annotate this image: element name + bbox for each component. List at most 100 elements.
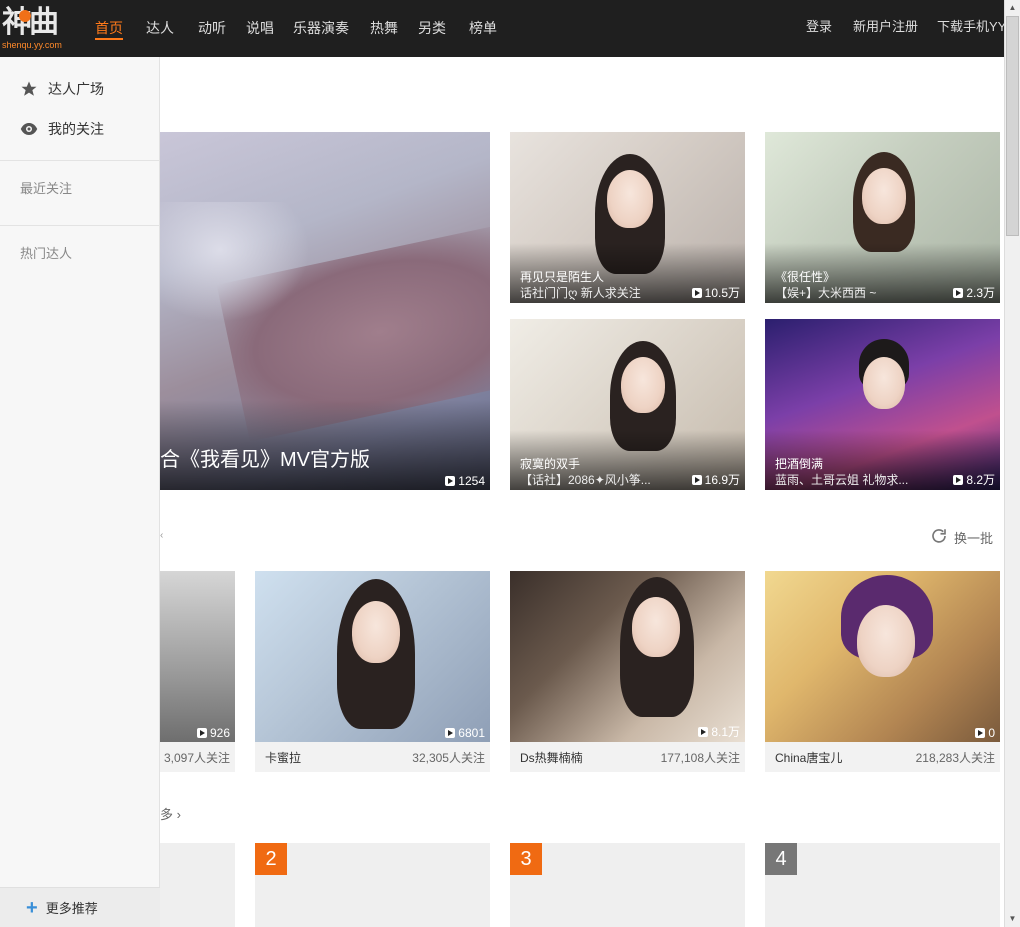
rank-card-1-placeholder[interactable] [160,843,235,927]
scroll-down-icon[interactable]: ▼ [1005,911,1020,926]
star-fans: 3,097人关注 [163,750,230,765]
scene-face [621,357,665,413]
video-uploader: 【话社】2086✦风小筝... [520,473,651,487]
star-icon [20,80,38,98]
featured-video-4[interactable]: 把酒倒满 蓝雨、土哥云姐 礼物求... 8.2万 [765,319,1000,490]
star-name: China唐宝儿 [775,750,843,765]
play-count-value: 16.9万 [704,473,740,487]
sidebar-item-talent-square[interactable]: 达人广场 [20,79,104,99]
more-link[interactable]: 多 › [160,804,181,823]
play-count: 0 [975,726,995,740]
star-card-0-info[interactable]: 3,097人关注 [160,742,235,772]
refresh-batch-button[interactable]: 换一批 [930,527,993,548]
sidebar-item-label: 达人广场 [48,81,104,97]
play-icon [953,287,964,298]
featured-video-1[interactable]: 再见只是陌生人 话社门门ღ 新人求关注 10.5万 [510,132,745,303]
star-fans: 177,108人关注 [660,750,740,765]
star-card-1-image[interactable]: 6801 [255,571,490,742]
recent-follows-heading: 最近关注 [20,181,73,196]
video-title: 再见只是陌生人 [520,270,605,284]
star-fans: 218,283人关注 [915,750,995,765]
play-icon [975,728,986,738]
nav-instrument[interactable]: 乐器演奏 [293,18,349,38]
play-count-value: 926 [209,726,230,740]
play-count: 16.9万 [691,471,740,488]
download-app-link[interactable]: 下载手机YY [937,17,1006,37]
scene-face [352,601,400,663]
nav-home[interactable]: 首页 [95,18,123,40]
sidebar-item-my-follows[interactable]: 我的关注 [20,119,104,139]
hot-talent-heading[interactable]: 热门达人 [20,243,72,262]
refresh-label: 换一批 [954,531,994,546]
star-card-2-image[interactable]: 8.1万 [510,571,745,742]
featured-video-3[interactable]: 寂寞的双手 【话社】2086✦风小筝... 16.9万 [510,319,745,490]
play-icon [953,474,964,485]
play-count-value: 1254 [458,474,485,488]
play-count-value: 2.3万 [966,286,995,300]
eye-icon [20,120,38,138]
register-link[interactable]: 新用户注册 [853,17,918,37]
featured-video-big[interactable]: 合《我看见》MV官方版 1254 [160,132,490,490]
play-icon [196,728,207,738]
rank-card-2-placeholder[interactable]: 2 [255,843,490,927]
play-count-value: 8.1万 [711,725,740,739]
scene-people [160,202,310,322]
star-card-2-info[interactable]: Ds热舞楠楠 177,108人关注 [510,742,745,772]
play-count-value: 6801 [458,726,485,740]
star-card-1-info[interactable]: 卡蜜拉 32,305人关注 [255,742,490,772]
nav-melodic[interactable]: 动听 [198,18,226,38]
scene-face [632,597,680,657]
plus-icon: + [26,896,38,919]
featured-title: 合《我看见》MV官方版 [160,449,370,471]
star-card-3-image[interactable]: 0 [765,571,1000,742]
play-icon [691,287,702,298]
play-count: 10.5万 [691,284,740,301]
scene-face [863,357,905,409]
vertical-scrollbar[interactable]: ▲ ▼ [1004,0,1020,927]
sidebar-divider [0,160,160,161]
star-card-3-info[interactable]: China唐宝儿 218,283人关注 [765,742,1000,772]
play-count-value: 10.5万 [704,286,740,300]
section-arrow-icon: ‹ [160,530,164,541]
scene-face [862,168,906,224]
video-title: 把酒倒满 [775,457,824,471]
play-icon [698,726,709,737]
rank-card-4-placeholder[interactable]: 4 [765,843,1000,927]
rank-card-3-placeholder[interactable]: 3 [510,843,745,927]
play-count: 1254 [445,474,485,488]
rank-badge: 3 [510,843,542,875]
scroll-thumb[interactable] [1006,16,1019,236]
star-name: Ds热舞楠楠 [520,750,583,765]
scene-face [607,170,653,228]
site-logo[interactable]: 神曲 shenqu.yy.com [2,6,68,52]
star-card-0-image[interactable]: 926 [160,571,235,742]
nav-charts[interactable]: 榜单 [469,18,497,38]
video-uploader: 蓝雨、土哥云姐 礼物求... [775,473,909,487]
more-recommend-button[interactable]: + 更多推荐 [0,887,160,927]
featured-video-2[interactable]: 《很任性》 【娱+】大米西西 ~ 2.3万 [765,132,1000,303]
sidebar: 达人广场 我的关注 最近关注 热门达人 + 更多推荐 [0,57,160,927]
play-count: 8.2万 [953,471,995,488]
play-count-value: 8.2万 [966,473,995,487]
play-count: 8.1万 [698,723,740,740]
scene-face [857,605,915,677]
logo-domain: shenqu.yy.com [2,40,62,50]
play-icon [445,476,456,486]
more-recommend-label: 更多推荐 [45,901,98,916]
video-uploader: 【娱+】大米西西 ~ [775,286,877,300]
nav-other[interactable]: 另类 [418,18,446,38]
video-title: 《很任性》 [775,270,836,284]
play-icon [445,728,456,738]
nav-rap[interactable]: 说唱 [246,18,274,38]
star-name: 卡蜜拉 [265,750,302,765]
nav-talent[interactable]: 达人 [146,18,174,38]
scroll-up-icon[interactable]: ▲ [1005,0,1020,15]
login-link[interactable]: 登录 [806,17,832,37]
rank-badge: 2 [255,843,287,875]
play-icon [691,474,702,485]
play-count: 6801 [445,726,485,740]
nav-dance[interactable]: 热舞 [370,18,398,38]
top-nav-bar: 神曲 shenqu.yy.com 首页 达人 动听 说唱 乐器演奏 热舞 另类 … [0,0,1006,57]
play-count: 2.3万 [953,284,995,301]
rank-badge: 4 [765,843,797,875]
